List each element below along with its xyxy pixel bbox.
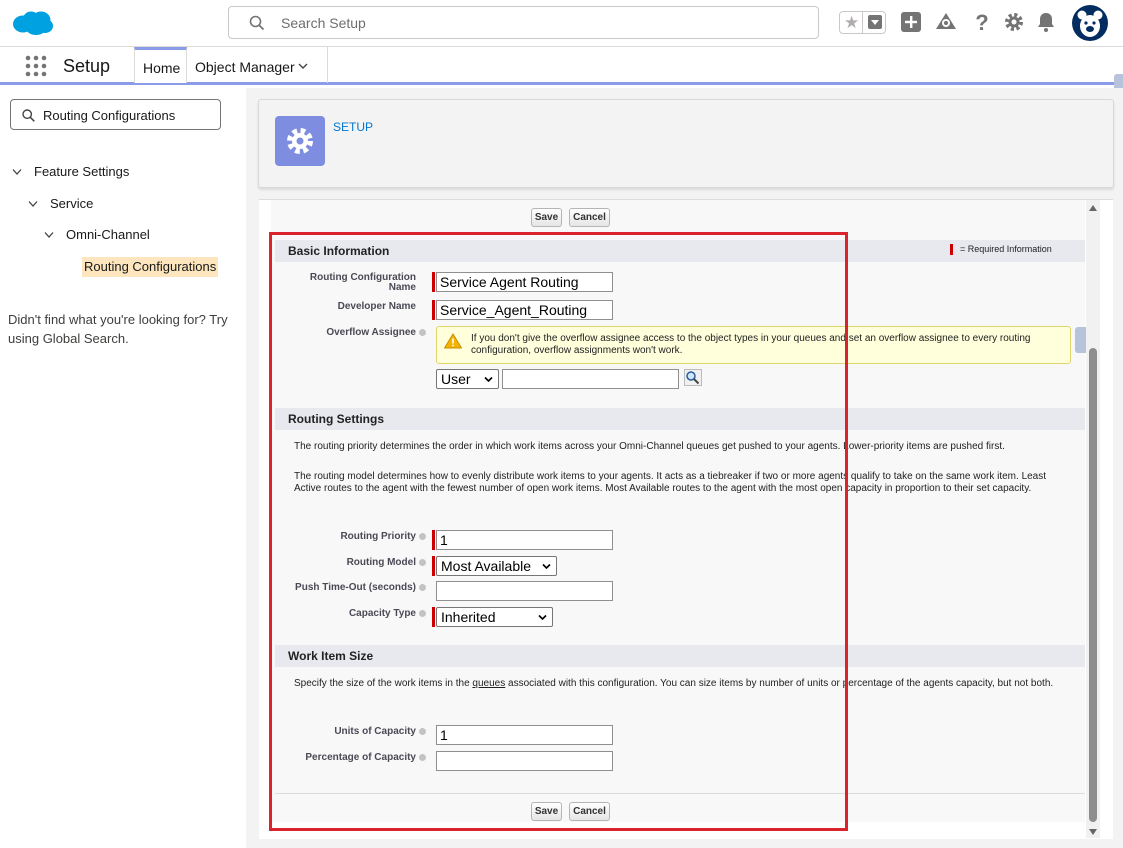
- favorites-button[interactable]: ★: [839, 11, 886, 34]
- star-icon: ★: [844, 13, 860, 32]
- tree-label: Omni-Channel: [66, 227, 150, 242]
- search-icon: [22, 109, 35, 122]
- help-icon[interactable]: ?: [971, 11, 993, 33]
- side-panel-toggle-button[interactable]: [1075, 327, 1086, 353]
- salesforce-logo[interactable]: [12, 9, 54, 37]
- gear-icon[interactable]: [1003, 11, 1025, 33]
- global-search-hint: Didn't find what you're looking for? Try…: [8, 312, 228, 346]
- scroll-up-icon[interactable]: [1088, 204, 1098, 212]
- add-icon[interactable]: [900, 11, 922, 33]
- app-title: Setup: [63, 56, 111, 76]
- bear-avatar-icon: [1077, 10, 1103, 37]
- page-header: SETUP: [258, 99, 1114, 188]
- svg-text:?: ?: [975, 11, 988, 33]
- divider: [862, 12, 863, 33]
- required-marker: [950, 244, 953, 256]
- search-setup-input[interactable]: Search Setup: [228, 6, 819, 39]
- save-button-top[interactable]: Save: [531, 208, 562, 227]
- setup-gear-badge: [275, 116, 325, 166]
- tab-home-label: Home: [143, 60, 181, 76]
- search-placeholder: Search Setup: [281, 15, 366, 31]
- chevron-down-icon[interactable]: [44, 231, 54, 239]
- cancel-button-top[interactable]: Cancel: [569, 208, 610, 227]
- tab-object-manager-label: Object Manager: [195, 59, 295, 75]
- tree-label: Feature Settings: [34, 164, 130, 179]
- trailhead-icon[interactable]: [935, 11, 957, 33]
- tab-home[interactable]: Home: [134, 47, 187, 83]
- tree-label: Service: [50, 196, 94, 211]
- page-header-label[interactable]: SETUP: [333, 120, 373, 134]
- scrollbar-thumb[interactable]: [1089, 348, 1097, 822]
- bell-icon[interactable]: [1035, 11, 1057, 33]
- setup-sidebar: Routing Configurations Feature Settings …: [0, 88, 246, 848]
- app-navigation: Setup Home Object Manager: [0, 47, 1123, 85]
- required-info-legend: = Required Information: [950, 244, 1052, 256]
- tab-object-manager[interactable]: Object Manager: [187, 47, 328, 83]
- chevron-down-icon[interactable]: [12, 168, 22, 176]
- search-icon: [249, 15, 265, 31]
- chevron-down-icon[interactable]: [298, 61, 308, 71]
- app-launcher-icon[interactable]: [25, 55, 47, 77]
- quick-find-input[interactable]: Routing Configurations: [10, 99, 221, 130]
- tree-label: Routing Configurations: [84, 259, 217, 274]
- user-avatar[interactable]: [1072, 5, 1108, 41]
- highlight-box: [269, 232, 848, 831]
- scroll-down-icon[interactable]: [1088, 828, 1098, 836]
- favorites-dropdown-icon[interactable]: [868, 15, 882, 29]
- gear-icon: [287, 128, 313, 154]
- tree-item-routing-configurations[interactable]: Routing Configurations: [82, 257, 219, 277]
- required-info-text: = Required Information: [960, 244, 1052, 254]
- global-header: Search Setup ★ ?: [0, 0, 1123, 47]
- quick-find-value: Routing Configurations: [43, 108, 176, 123]
- chevron-down-icon[interactable]: [28, 200, 38, 208]
